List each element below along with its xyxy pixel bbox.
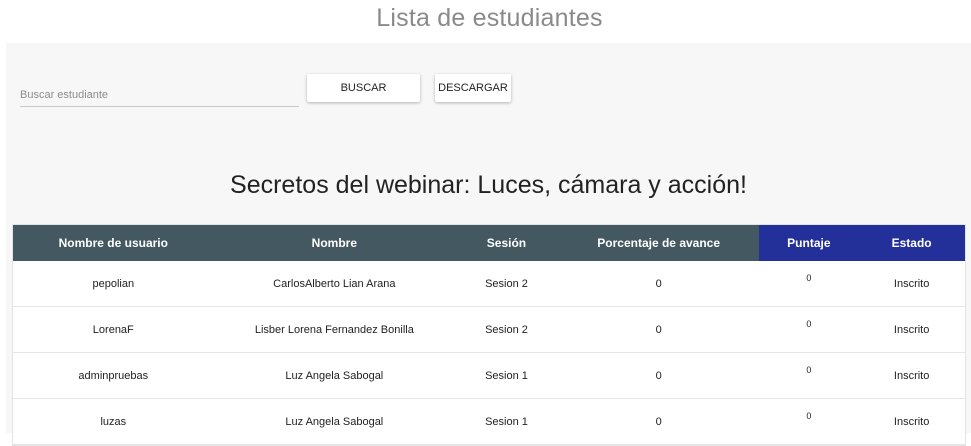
cell-username: luzas <box>100 415 127 428</box>
students-table: Nombre de usuario Nombre Sesión Porcenta… <box>12 224 966 446</box>
header-name[interactable]: Nombre <box>213 225 456 261</box>
cell-name: Luz Angela Sabogal <box>285 369 384 382</box>
cell-username: LorenaF <box>92 323 134 336</box>
cell-session: Sesion 2 <box>485 277 528 290</box>
table-row[interactable]: LorenaF Lisber Lorena Fernandez Bonilla … <box>13 307 965 353</box>
cell-status: Inscrito <box>893 323 930 336</box>
search-button[interactable]: BUSCAR <box>307 74 420 102</box>
cell-name: Lisber Lorena Fernandez Bonilla <box>254 323 414 336</box>
course-title: Secretos del webinar: Luces, cámara y ac… <box>230 171 747 199</box>
header-username[interactable]: Nombre de usuario <box>13 225 214 261</box>
table-header: Nombre de usuario Nombre Sesión Porcenta… <box>13 225 966 261</box>
header-score[interactable]: Puntaje <box>759 225 859 261</box>
cell-score: 0 <box>806 319 812 329</box>
cell-name: CarlosAlberto Lian Arana <box>273 277 396 290</box>
page-title: Lista de estudiantes <box>376 4 603 32</box>
header-progress[interactable]: Porcentaje de avance <box>557 225 760 261</box>
cell-status: Inscrito <box>893 369 930 382</box>
search-input[interactable] <box>20 85 299 105</box>
cell-session: Sesion 1 <box>485 415 528 428</box>
cell-progress: 0 <box>655 277 662 290</box>
table-row[interactable]: pepolian CarlosAlberto Lian Arana Sesion… <box>13 261 965 307</box>
cell-status: Inscrito <box>893 415 930 428</box>
cell-progress: 0 <box>655 369 662 382</box>
header-status[interactable]: Estado <box>858 225 966 261</box>
search-field[interactable] <box>20 85 299 107</box>
header-session[interactable]: Sesión <box>455 225 558 261</box>
download-button[interactable]: DESCARGAR <box>435 74 511 102</box>
cell-score: 0 <box>806 273 812 283</box>
students-panel: BUSCAR DESCARGAR Secretos del webinar: L… <box>6 43 971 446</box>
cell-progress: 0 <box>655 415 662 428</box>
table-row[interactable]: adminpruebas Luz Angela Sabogal Sesion 1… <box>13 353 965 399</box>
table-row[interactable]: luzas Luz Angela Sabogal Sesion 1 0 0 In… <box>13 399 965 445</box>
cell-session: Sesion 1 <box>485 369 528 382</box>
cell-username: adminpruebas <box>78 369 149 382</box>
cell-progress: 0 <box>655 323 662 336</box>
cell-name: Luz Angela Sabogal <box>285 415 384 428</box>
cell-session: Sesion 2 <box>485 323 528 336</box>
cell-username: pepolian <box>92 277 135 290</box>
cell-score: 0 <box>806 365 812 375</box>
cell-status: Inscrito <box>893 277 930 290</box>
cell-score: 0 <box>806 411 812 421</box>
